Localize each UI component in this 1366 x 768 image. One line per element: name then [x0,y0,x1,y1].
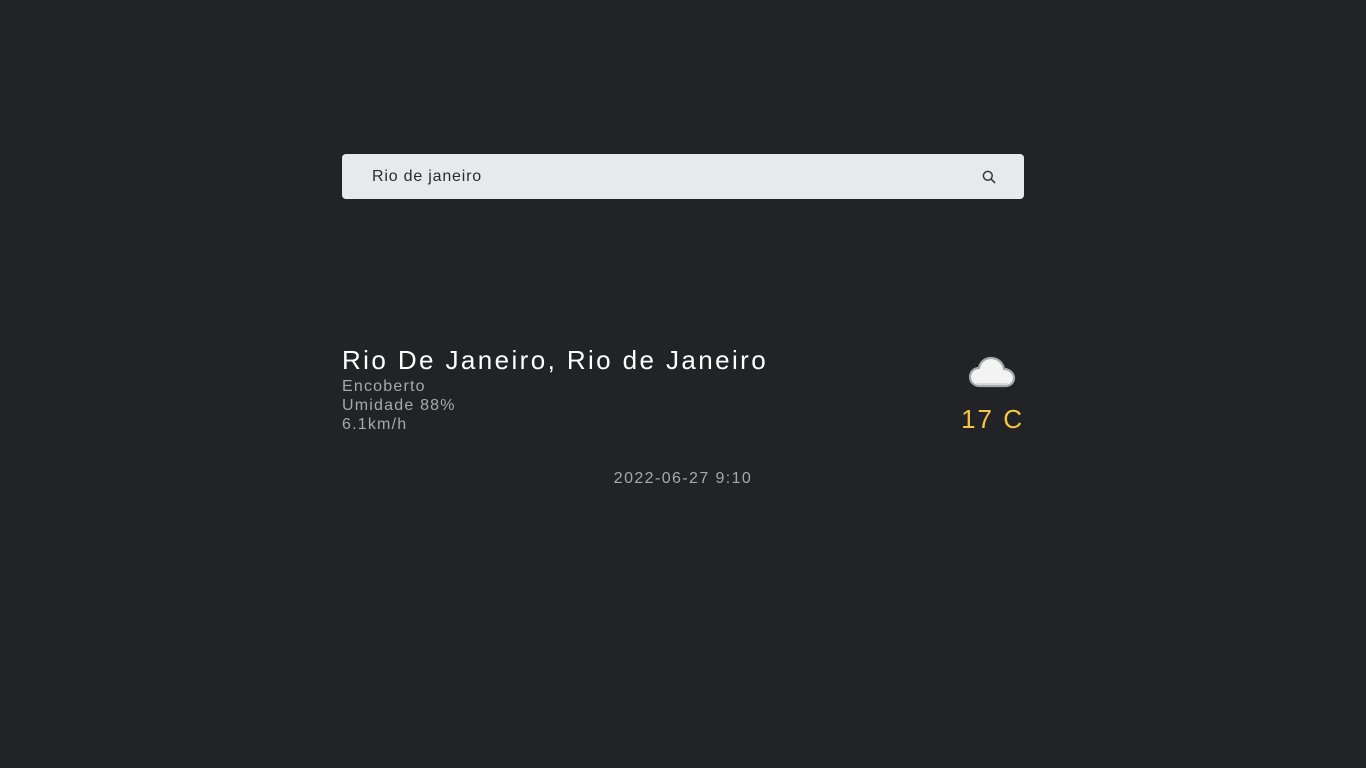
humidity-label: Umidade 88% [342,397,456,414]
search-input[interactable] [342,154,962,199]
temperature: 17 C [961,404,1024,434]
date-time: 2022-06-27 9:10 [613,470,753,487]
weather-app: Rio De Janeiro, Rio de Janeiro Encoberto… [0,0,1366,768]
weather-condition: Encoberto [342,378,426,395]
search-bar [342,154,1024,199]
location-title: Rio De Janeiro, Rio de Janeiro [342,345,769,375]
search-button[interactable] [978,166,1000,188]
wind-speed: 6.1km/h [342,416,408,433]
weather-card: Rio De Janeiro, Rio de Janeiro Encoberto… [342,342,1024,442]
cloud-icon [968,356,1016,388]
search-icon [982,170,996,184]
